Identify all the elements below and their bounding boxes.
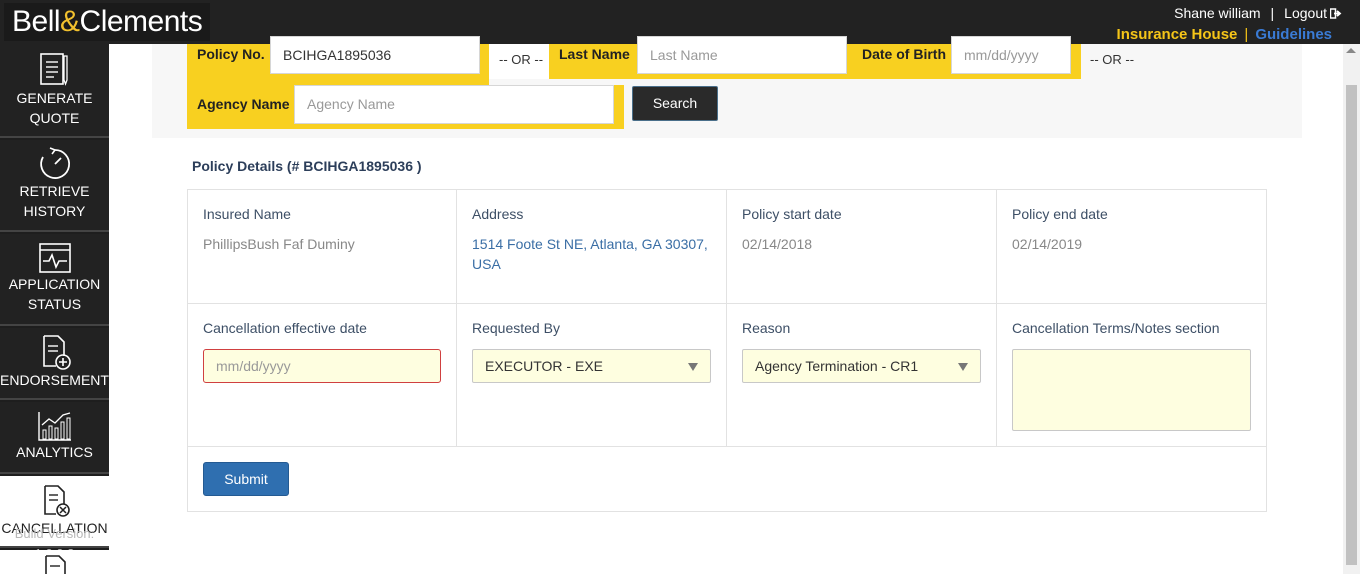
reason-value: Agency Termination - CR1 — [755, 358, 919, 374]
cancel-document-icon — [43, 485, 70, 517]
sidebar-item-endorsement[interactable]: ENDORSEMENT — [0, 328, 109, 400]
sidebar-item-generate-quote[interactable]: GENERATE QUOTE — [0, 44, 109, 138]
agency-name-label: Agency Name — [197, 96, 290, 112]
policy-end-value: 02/14/2019 — [1012, 236, 1083, 252]
policy-start-value: 02/14/2018 — [742, 236, 813, 252]
user-name: Shane william — [1174, 5, 1261, 21]
user-menu: Shane william | Logout — [1174, 5, 1342, 21]
logout-link[interactable]: Logout — [1284, 5, 1342, 21]
brand-logo[interactable]: Bell&Clements — [4, 3, 211, 41]
sidebar-item-application-status[interactable]: APPLICATION STATUS — [0, 234, 109, 326]
sidebar-item-label: ANALYTICS — [16, 444, 93, 460]
divider — [996, 190, 997, 446]
divider — [188, 446, 1266, 447]
reason-label: Reason — [742, 320, 791, 336]
sidebar-item-analytics[interactable]: ANALYTICS — [0, 402, 109, 474]
agency-name-input[interactable]: Agency Name — [294, 85, 614, 124]
address-line2: USA — [472, 256, 501, 272]
quote-document-icon — [39, 53, 68, 86]
last-name-label: Last Name — [559, 46, 630, 62]
cancellation-date-label: Cancellation effective date — [203, 320, 367, 336]
sidebar-item-label: ENDORSEMENT — [0, 372, 109, 388]
header-links: Insurance House | Guidelines — [1117, 26, 1332, 43]
sidebar-item-label: STATUS — [27, 296, 82, 312]
guidelines-link[interactable]: Guidelines — [1255, 26, 1332, 43]
sidebar-item-retrieve-history[interactable]: RETRIEVE HISTORY — [0, 140, 109, 232]
sidebar-item-label: RETRIEVE — [19, 183, 90, 199]
analytics-chart-icon — [37, 412, 71, 441]
policy-start-label: Policy start date — [742, 206, 842, 222]
logout-icon — [1330, 8, 1342, 19]
address-label: Address — [472, 206, 524, 222]
cancellation-date-input[interactable]: mm/dd/yyyy — [203, 349, 441, 383]
document-icon — [44, 555, 66, 574]
history-clock-icon — [39, 147, 70, 179]
requested-by-select[interactable]: EXECUTOR - EXE — [472, 349, 711, 383]
reason-select[interactable]: Agency Termination - CR1 — [742, 349, 981, 383]
chevron-down-icon — [688, 363, 698, 371]
requested-by-label: Requested By — [472, 320, 560, 336]
policy-details-title: Policy Details (# BCIHGA1895036 ) — [192, 158, 422, 174]
divider — [456, 190, 457, 446]
insurance-house-link[interactable]: Insurance House — [1117, 26, 1238, 43]
notes-label: Cancellation Terms/Notes section — [1012, 320, 1220, 336]
requested-by-value: EXECUTOR - EXE — [485, 358, 603, 374]
dob-input[interactable]: mm/dd/yyyy — [951, 36, 1071, 74]
sidebar-item-label: APPLICATION — [8, 276, 101, 292]
sidebar-item-label: HISTORY — [23, 203, 86, 219]
scroll-up-arrow-icon[interactable] — [1346, 48, 1356, 53]
last-name-input[interactable]: Last Name — [637, 36, 847, 74]
policy-no-label: Policy No. — [197, 46, 265, 62]
insured-name-value: PhillipsBush Faf Duminy — [203, 236, 355, 252]
policy-no-input[interactable]: BCIHGA1895036 — [270, 36, 480, 74]
or-separator: -- OR -- — [499, 52, 544, 67]
scrollbar-thumb[interactable] — [1346, 85, 1357, 565]
chevron-down-icon — [958, 363, 968, 371]
sidebar-item-more[interactable] — [0, 550, 109, 574]
divider: | — [1270, 5, 1275, 21]
dob-label: Date of Birth — [862, 46, 946, 62]
notes-textarea[interactable] — [1012, 349, 1251, 431]
sidebar-item-label: QUOTE — [29, 110, 80, 126]
divider — [188, 303, 1266, 304]
status-monitor-icon — [38, 243, 71, 273]
submit-button[interactable]: Submit — [203, 462, 289, 496]
search-button[interactable]: Search — [632, 86, 718, 121]
or-separator: -- OR -- — [1090, 52, 1135, 67]
sidebar-item-label: GENERATE — [16, 90, 93, 106]
divider: | — [1244, 26, 1249, 43]
build-version-label: Build Version: — [14, 526, 95, 541]
insured-name-label: Insured Name — [203, 206, 291, 222]
endorsement-add-icon — [42, 335, 71, 370]
sidebar-nav: GENERATE QUOTE RETRIEVE HISTORY APPLICAT… — [0, 44, 109, 574]
address-line1: 1514 Foote St NE, Atlanta, GA 30307, — [472, 236, 708, 252]
divider — [726, 190, 727, 446]
policy-end-label: Policy end date — [1012, 206, 1108, 222]
